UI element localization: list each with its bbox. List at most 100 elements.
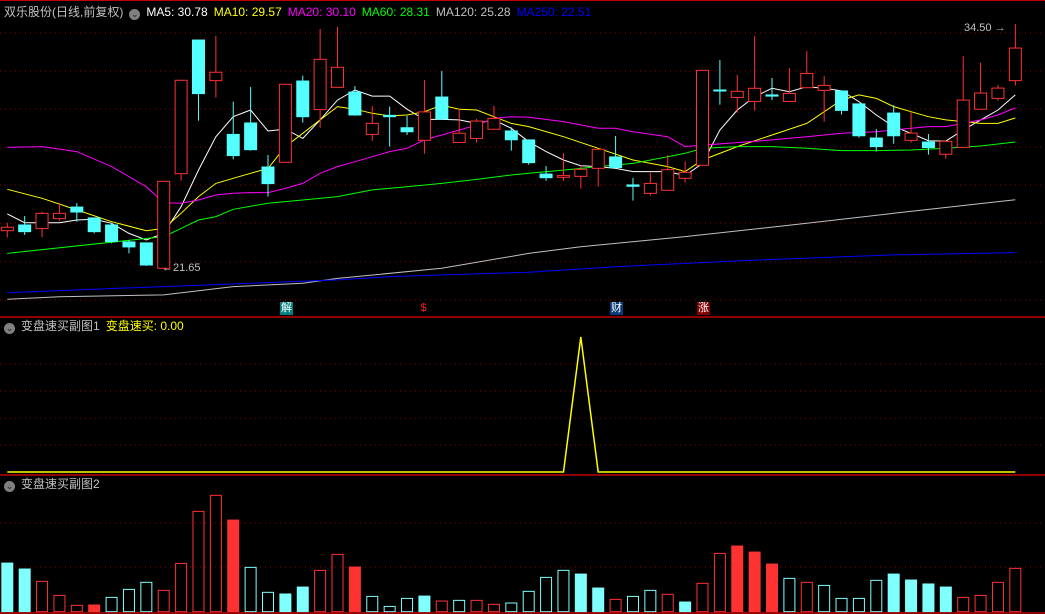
sub1-title: 变盘速买副图1 bbox=[21, 319, 100, 333]
indicator-bar bbox=[626, 595, 639, 613]
indicator-bar bbox=[974, 594, 987, 613]
candlestick bbox=[591, 148, 605, 187]
indicator-bar bbox=[262, 591, 274, 613]
ma-value-label: MA250: 22.51 bbox=[516, 5, 592, 19]
candlestick bbox=[1008, 24, 1022, 86]
candle-body bbox=[52, 212, 66, 220]
indicator-bar bbox=[435, 600, 448, 613]
indicator-bar bbox=[1009, 567, 1022, 613]
indicator-bar bbox=[1, 562, 14, 613]
indicator-bar bbox=[713, 552, 726, 613]
candlestick bbox=[713, 60, 727, 105]
candlestick bbox=[18, 216, 32, 235]
indicator-bar bbox=[331, 553, 344, 613]
candle-body bbox=[730, 90, 744, 98]
candle-body bbox=[139, 242, 153, 266]
candlestick bbox=[191, 39, 205, 121]
indicator-bar bbox=[783, 577, 796, 613]
high-price-label: 34.50 → bbox=[964, 22, 1006, 34]
candle-body bbox=[696, 69, 709, 166]
candlestick bbox=[435, 70, 449, 120]
ma-value-label: MA60: 28.31 bbox=[361, 5, 430, 19]
candlestick bbox=[261, 155, 275, 197]
indicator-bar bbox=[800, 581, 813, 613]
indicator-bar bbox=[870, 579, 883, 613]
event-marker[interactable]: 解 bbox=[280, 302, 293, 315]
indicator-bar bbox=[748, 551, 761, 613]
candlestick bbox=[661, 155, 675, 191]
indicator-bar bbox=[18, 568, 31, 613]
candle-body bbox=[417, 111, 431, 141]
indicator-bar bbox=[192, 510, 205, 613]
indicator-bar bbox=[366, 595, 379, 613]
candlestick bbox=[748, 36, 762, 111]
candle-body bbox=[435, 96, 449, 120]
indicator-bar bbox=[731, 545, 744, 613]
sub-chart-1-header: ⌄ 变盘速买副图1 变盘速买: 0.00 bbox=[4, 319, 190, 334]
candle-body bbox=[921, 141, 935, 149]
candle-body bbox=[261, 166, 275, 185]
candle-body bbox=[348, 91, 362, 116]
candlestick bbox=[35, 211, 49, 238]
candle-body bbox=[991, 87, 1005, 99]
candlestick bbox=[539, 166, 553, 181]
candle-body bbox=[974, 92, 988, 110]
signal-line bbox=[7, 336, 1016, 473]
main-chart-header: 双乐股份(日线,前复权) ⌄ MA5: 30.78 MA10: 29.57 MA20: … bbox=[4, 5, 603, 20]
indicator-bar bbox=[70, 604, 83, 613]
candlestick bbox=[122, 240, 136, 254]
indicator-bar bbox=[175, 562, 188, 613]
arrow-icon: ← bbox=[162, 262, 173, 274]
candle-body bbox=[296, 80, 310, 118]
sub1-value: 变盘速买: 0.00 bbox=[105, 319, 184, 333]
event-marker[interactable]: 财 bbox=[610, 302, 623, 315]
candle-body bbox=[365, 122, 379, 135]
indicator-bar bbox=[661, 593, 674, 613]
event-marker[interactable]: $ bbox=[417, 302, 430, 315]
candle-body bbox=[748, 87, 762, 102]
indicator-bar bbox=[679, 601, 692, 613]
candle-body bbox=[956, 99, 970, 148]
kline-chart[interactable] bbox=[0, 0, 1045, 614]
indicator-bar bbox=[88, 604, 101, 613]
candle-body bbox=[191, 39, 205, 95]
candle-body bbox=[383, 114, 397, 118]
candle-body bbox=[869, 137, 883, 148]
indicator-bar bbox=[348, 566, 361, 613]
indicator-bar bbox=[36, 580, 49, 613]
ma-value-label: MA5: 30.78 bbox=[146, 5, 208, 19]
indicator-bar bbox=[905, 579, 918, 613]
candle-body bbox=[278, 83, 292, 163]
candlestick bbox=[417, 80, 431, 154]
candlesticks bbox=[0, 24, 1022, 270]
chevron-down-icon[interactable]: ⌄ bbox=[4, 481, 15, 492]
indicator-bar bbox=[53, 594, 66, 613]
candlestick bbox=[70, 203, 84, 222]
indicator-bar bbox=[157, 589, 170, 613]
candle-body bbox=[782, 92, 796, 102]
event-marker[interactable]: 涨 bbox=[697, 302, 710, 315]
candle-body bbox=[800, 72, 814, 89]
indicator-bar bbox=[852, 597, 865, 613]
indicator-bar bbox=[122, 588, 135, 613]
candle-body bbox=[87, 217, 101, 233]
chevron-down-icon[interactable]: ⌄ bbox=[4, 323, 15, 334]
indicator-bar bbox=[470, 599, 483, 613]
candle-body bbox=[1008, 47, 1022, 82]
low-price-label: ←21.65 bbox=[162, 262, 201, 274]
indicator-bar bbox=[105, 596, 118, 613]
candlestick bbox=[678, 161, 692, 183]
candlestick bbox=[157, 180, 171, 270]
candlestick bbox=[383, 106, 397, 147]
indicator-bar bbox=[209, 494, 222, 613]
candlestick bbox=[991, 85, 1005, 101]
candlestick bbox=[470, 118, 484, 143]
candle-body bbox=[852, 103, 866, 137]
candlestick bbox=[522, 139, 536, 165]
candlestick bbox=[869, 129, 883, 152]
candle-body bbox=[574, 168, 588, 177]
indicator-bar bbox=[609, 598, 622, 613]
chevron-down-icon[interactable]: ⌄ bbox=[129, 9, 141, 20]
indicator-bar bbox=[227, 519, 240, 613]
candlestick bbox=[626, 178, 640, 201]
